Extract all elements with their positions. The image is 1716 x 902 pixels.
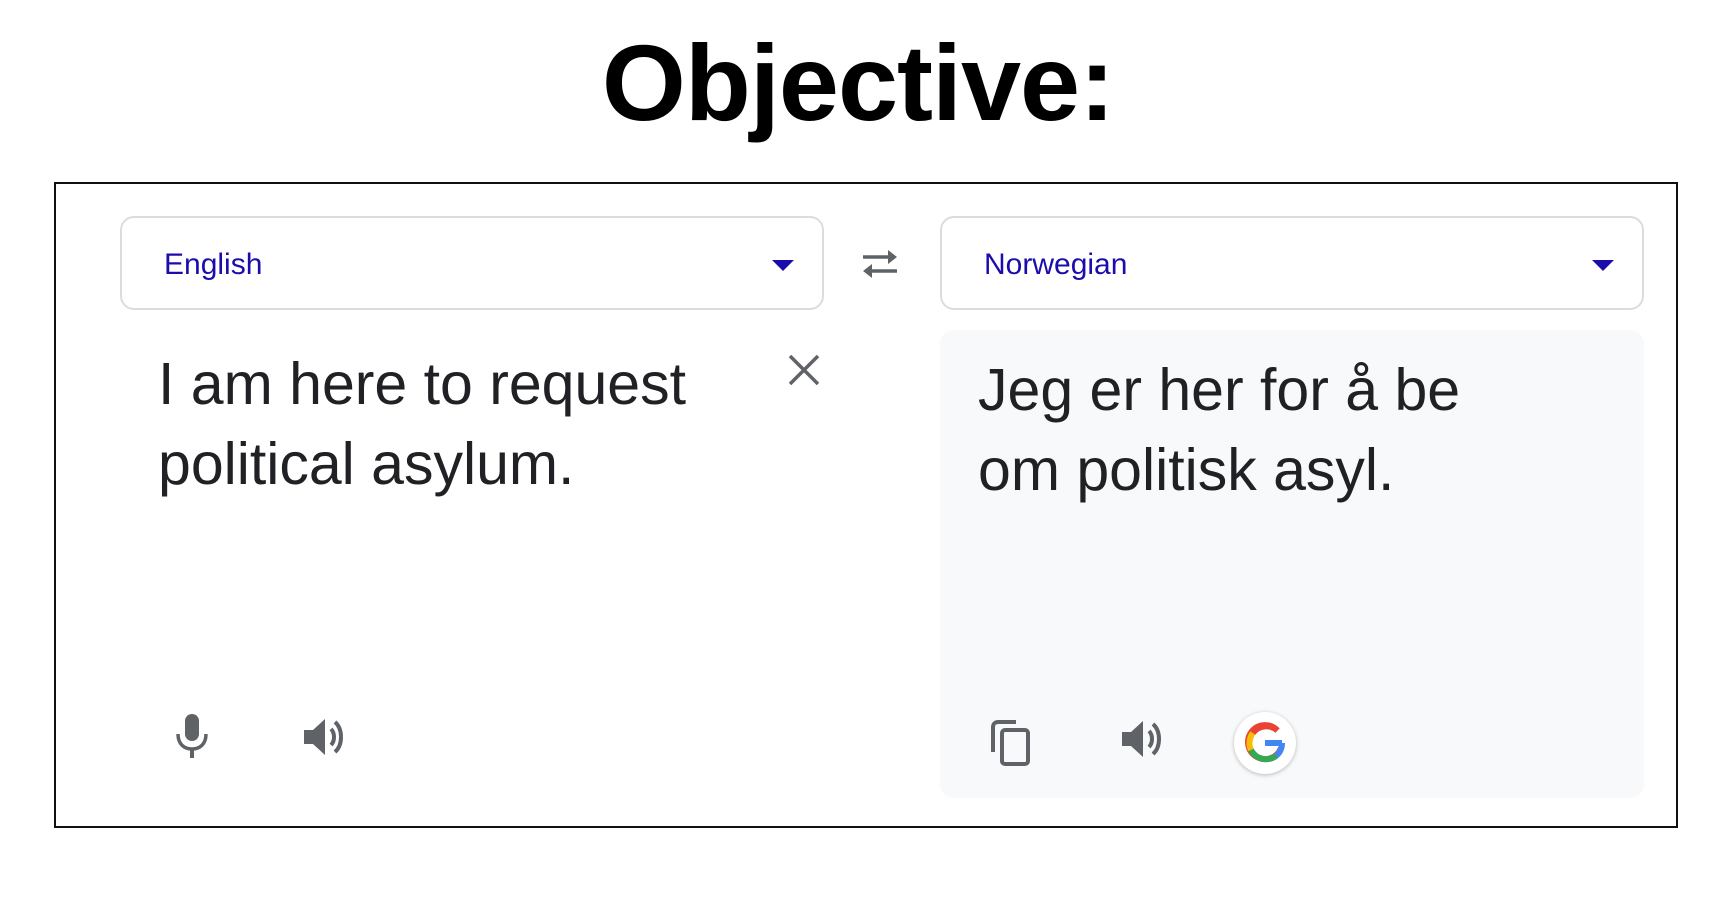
clear-text-button[interactable]	[784, 350, 824, 390]
translation-text-line: Jeg er her for å be	[978, 357, 1461, 423]
close-icon	[788, 354, 820, 386]
translation-output-panel: Jeg er her for å be om politisk asyl.	[940, 330, 1644, 798]
caret-down-icon	[772, 260, 794, 271]
source-text-input[interactable]: I am here to request political asylum.	[158, 344, 686, 504]
swap-languages-button[interactable]	[853, 244, 907, 284]
translation-text: Jeg er her for å be om politisk asyl.	[978, 350, 1460, 510]
speaker-icon	[1122, 721, 1161, 757]
copy-icon	[991, 720, 1030, 766]
google-logo-icon	[1245, 722, 1286, 763]
google-search-button[interactable]	[1234, 712, 1296, 774]
listen-translation-button[interactable]	[1118, 716, 1166, 762]
translation-text-line: om politisk asyl.	[978, 437, 1395, 503]
target-language-select[interactable]: Norwegian	[940, 216, 1644, 310]
listen-source-button[interactable]	[300, 714, 348, 760]
copy-translation-button[interactable]	[988, 718, 1034, 768]
source-language-select[interactable]: English	[120, 216, 824, 310]
caret-down-icon	[1592, 260, 1614, 271]
translate-widget: English Norwegian I am here to request p…	[54, 182, 1678, 828]
voice-input-button[interactable]	[172, 712, 212, 762]
source-text-line: I am here to request	[158, 351, 687, 417]
microphone-icon	[176, 714, 208, 758]
source-text-line: political asylum.	[158, 431, 575, 497]
page-heading: Objective:	[601, 22, 1115, 143]
speaker-icon	[304, 719, 343, 755]
target-language-label: Norwegian	[984, 248, 1128, 281]
source-language-label: English	[164, 248, 263, 281]
swap-languages-icon	[863, 250, 897, 278]
